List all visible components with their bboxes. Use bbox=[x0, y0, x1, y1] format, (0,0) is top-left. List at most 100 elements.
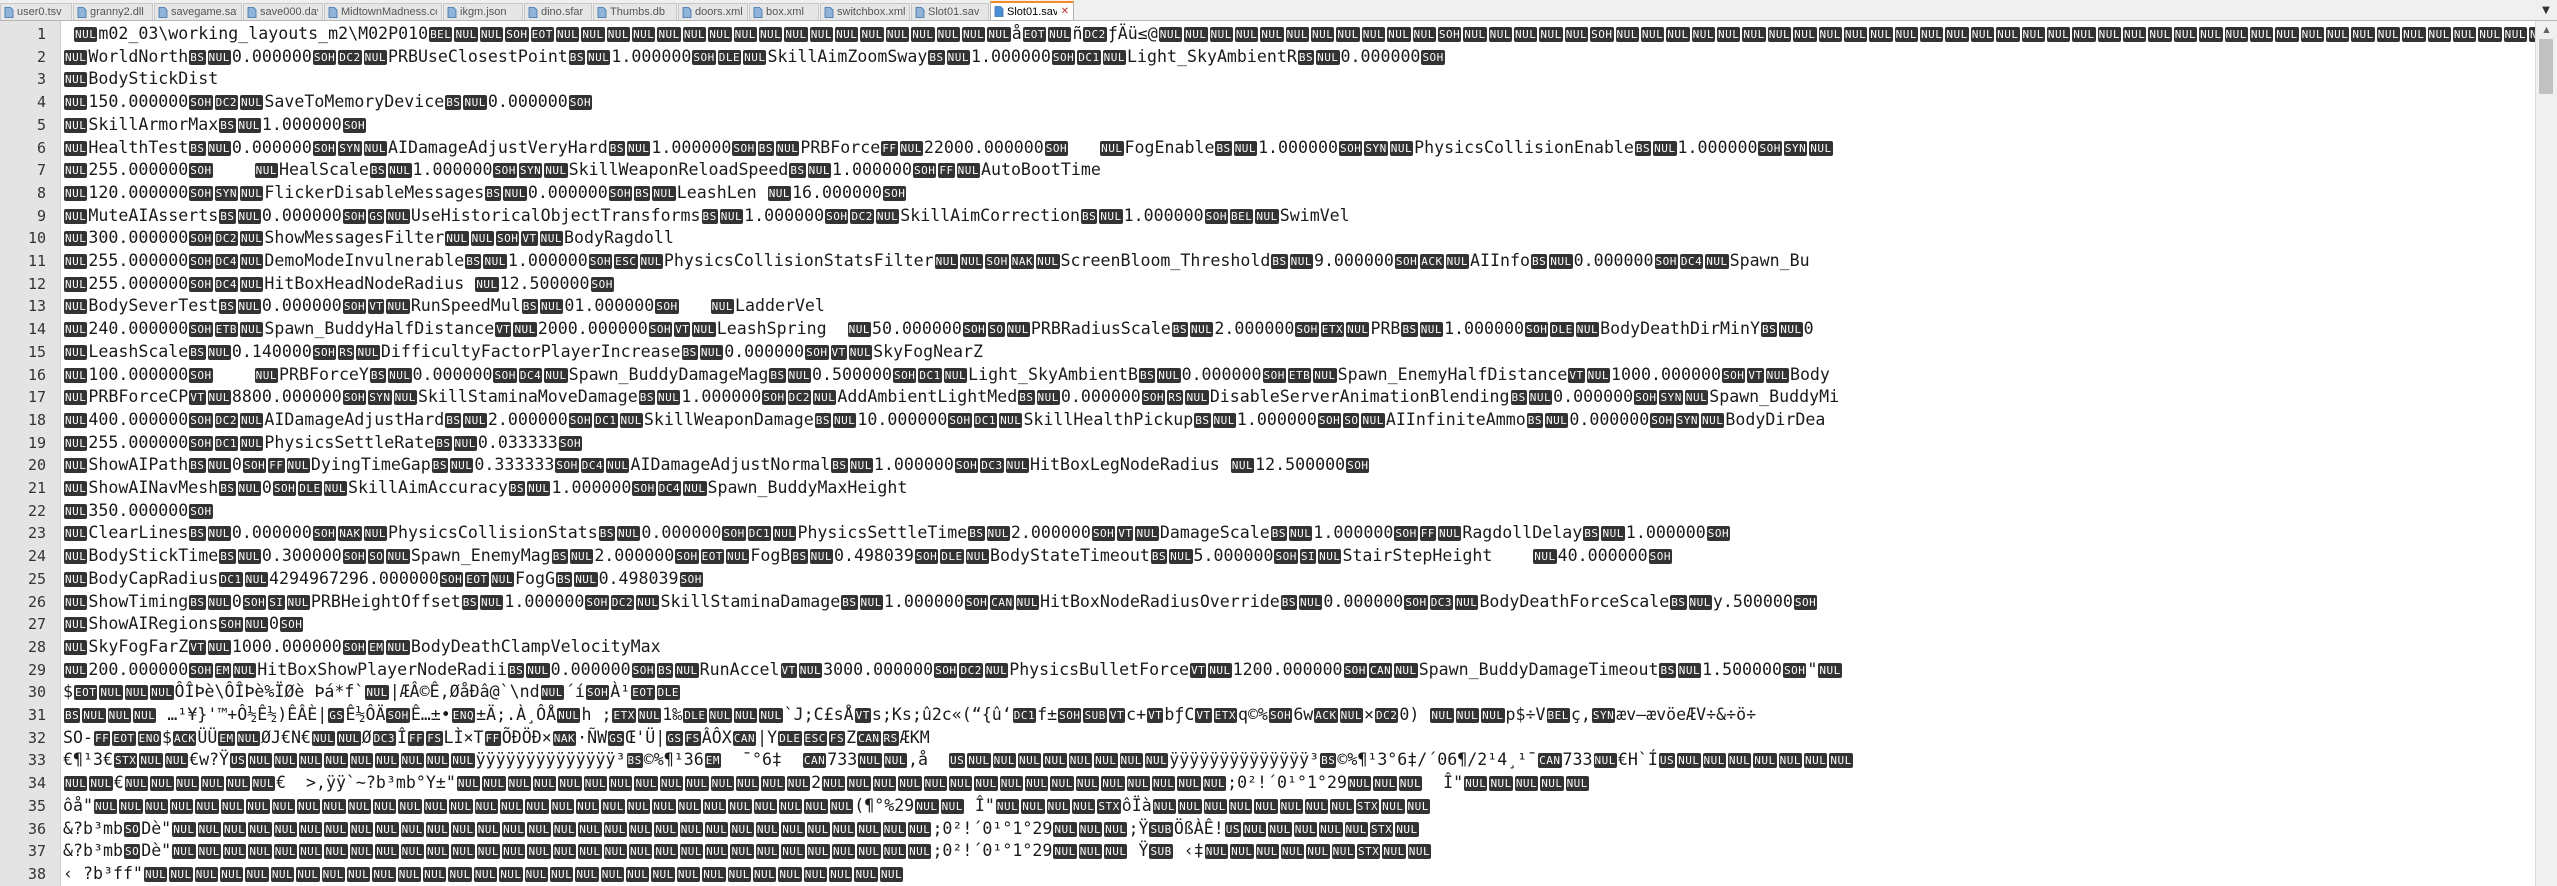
tab-7[interactable]: Thumbs.db bbox=[593, 3, 677, 20]
tab-overflow-button[interactable]: ▼ bbox=[2537, 2, 2555, 18]
control-char-soh: SOH bbox=[1721, 367, 1746, 383]
control-char-nul: NUL bbox=[2173, 27, 2198, 42]
control-char-nul: NUL bbox=[813, 390, 837, 406]
control-char-nul: NUL bbox=[1677, 662, 1702, 678]
text-line[interactable]: €¶¹3€ STX NUL NUL €w?Ÿ US NUL NUL NUL NUL NUL NUL NU… bbox=[63, 749, 1854, 772]
tab-8[interactable]: doors.xml bbox=[678, 3, 748, 20]
text-line[interactable]: NUL SkillArmorMax BS NUL 1.000000 SOH bbox=[63, 114, 367, 137]
control-char-nul: NUL bbox=[64, 776, 88, 792]
vertical-scrollbar[interactable]: ▲ bbox=[2535, 21, 2557, 886]
control-char-nul: NUL bbox=[388, 367, 412, 383]
tab-10[interactable]: switchbox.xml bbox=[820, 3, 910, 20]
text-line[interactable]: NUL ShowAIPath BS NUL 0 SOH FF NUL DyingTimeGap B… bbox=[63, 454, 1370, 477]
text-line[interactable]: &?b³mb SO Dè" NUL NUL NUL NUL NUL NUL NUL NUL NUL NU… bbox=[63, 840, 1432, 863]
text-line[interactable]: NUL 255.000000 SOH DC1 NUL PhysicsSettleRate B… bbox=[63, 432, 583, 455]
text-line[interactable]: NUL ShowTiming BS NUL 0 SOH SI NUL PRBHeightOffs… bbox=[63, 591, 1818, 614]
text-line[interactable]: NUL 200.000000 SOH EM NUL HitBoxShowPlayerNod… bbox=[63, 659, 1843, 682]
control-char-vt: VT bbox=[495, 322, 512, 338]
control-char-nul: NUL bbox=[240, 276, 264, 292]
control-char-soh: SOH bbox=[892, 367, 917, 383]
text-line[interactable]: NUL 255.000000 SOH DC4 NUL HitBoxHeadNodeRadi… bbox=[63, 273, 615, 296]
text-editor[interactable]: NUL m02_03\working_layouts_m2\M02P010 BEL N… bbox=[61, 21, 2535, 886]
tab-6[interactable]: dino.sfar bbox=[524, 3, 592, 20]
text-line[interactable]: NUL m02_03\working_layouts_m2\M02P010 BEL N… bbox=[63, 23, 2535, 46]
control-char-nul: NUL bbox=[699, 344, 724, 360]
text-line[interactable]: NUL 350.000000 SOH bbox=[63, 500, 214, 523]
text-line[interactable]: NUL 255.000000 SOH NUL HealScale BS NUL 1.0000… bbox=[63, 159, 1101, 182]
control-char-nul: NUL bbox=[363, 49, 387, 65]
control-char-nul: NUL bbox=[425, 821, 450, 837]
control-char-soh: SOH bbox=[732, 140, 756, 156]
tab-label: box.xml bbox=[766, 6, 804, 18]
control-char-bs: BS bbox=[431, 458, 449, 474]
control-char-nul: NUL bbox=[139, 753, 163, 769]
tab-9[interactable]: box.xml bbox=[749, 3, 819, 20]
text-line[interactable]: NUL WorldNorth BS NUL 0.000000 SOH DC2 NUL PRBUs… bbox=[63, 46, 1446, 69]
control-char-nul: NUL bbox=[254, 163, 278, 179]
control-char-soh: SOH bbox=[342, 299, 367, 315]
control-char-ff: FF bbox=[881, 140, 898, 156]
text-line[interactable]: NUL 100.000000 SOH NUL PRBForceY BS NUL 0.0000… bbox=[63, 364, 1830, 387]
control-char-us: US bbox=[230, 753, 247, 769]
text-line[interactable]: NUL ClearLines BS NUL 0.000000 SOH NAK NUL Physi… bbox=[63, 522, 1731, 545]
text-line[interactable]: NUL ShowAINavMesh BS NUL 0 SOH DLE NUL SkillAimA… bbox=[63, 477, 907, 500]
control-char-soh: SOH bbox=[1650, 412, 1674, 428]
tab-3[interactable]: save000.dav bbox=[243, 3, 323, 20]
control-char-dc3: DC3 bbox=[1429, 594, 1454, 610]
control-char-dc2: DC2 bbox=[1375, 708, 1399, 723]
control-char-dle: DLE bbox=[717, 49, 742, 65]
control-char-nul: NUL bbox=[527, 481, 551, 496]
control-char-soh: SOH bbox=[1091, 526, 1116, 542]
text-line[interactable]: NUL PRBForceCP VT NUL 8800.000000 SOH SYN NUL Sk… bbox=[63, 386, 1839, 409]
control-char-soh: SOH bbox=[272, 481, 297, 496]
control-char-em: EM bbox=[704, 753, 721, 769]
control-char-nul: NUL bbox=[831, 821, 856, 837]
tab-2[interactable]: savegame.sav bbox=[154, 3, 242, 20]
text-line[interactable]: NUL ShowAIRegions SOH NUL 0 SOH bbox=[63, 613, 304, 636]
text-line[interactable]: NUL 300.000000 SOH DC2 NUL ShowMessagesFilter… bbox=[63, 227, 674, 250]
tab-label: user0.tsv bbox=[17, 6, 62, 18]
tab-12[interactable]: Slot01.sav ✕ bbox=[990, 1, 1074, 20]
text-line[interactable]: NUL LeashScale BS NUL 0.140000 SOH RS NUL Diffic… bbox=[63, 341, 983, 364]
text-line[interactable]: NUL SkyFogFarZ VT NUL 1000.000000 SOH EM NUL Bod… bbox=[63, 636, 661, 659]
control-char-bs: BS bbox=[831, 458, 848, 474]
close-tab-icon[interactable]: ✕ bbox=[1061, 6, 1069, 17]
control-char-nul: NUL bbox=[829, 866, 853, 882]
text-line[interactable]: NUL BodyCapRadius DC1 NUL 4294967296.000000 S… bbox=[63, 568, 704, 591]
text-line[interactable]: NUL BodySeverTest BS NUL 0.000000 SOH VT NUL Run… bbox=[63, 295, 825, 318]
text-line[interactable]: NUL BodyStickDist bbox=[63, 68, 218, 91]
text-line[interactable]: NUL MuteAIAsserts BS NUL 0.000000 SOH GS NUL Use… bbox=[63, 205, 1350, 228]
control-char-nul: NUL bbox=[324, 753, 348, 769]
control-char-bs: BS bbox=[445, 95, 462, 111]
scroll-up-arrow-icon[interactable]: ▲ bbox=[2536, 21, 2557, 38]
control-char-nul: NUL bbox=[1178, 798, 1202, 814]
tab-5[interactable]: ikgm.json bbox=[443, 3, 523, 20]
control-char-nul: NUL bbox=[1158, 27, 1183, 42]
text-line[interactable]: $ EOT NUL NUL NUL ÔÎÞè\ÔÎÞè%ÏØè Þá*f` NUL |ÆÂ©Ê… bbox=[63, 681, 681, 704]
tab-0[interactable]: user0.tsv bbox=[0, 3, 72, 20]
tab-11[interactable]: Slot01.sav bbox=[911, 3, 989, 20]
text-line[interactable]: NUL 240.000000 SOH ETB NUL Spawn_BuddyHalfDis… bbox=[63, 318, 1814, 341]
scrollbar-thumb[interactable] bbox=[2539, 39, 2553, 94]
text-line[interactable]: BS NUL NUL NUL …¹¥}'™+Ô½Ê½)ÊÂÈ| GS Ê½ÔÄ SOH Ê…±… bbox=[63, 704, 1756, 727]
control-char-bs: BS bbox=[634, 185, 651, 201]
text-line[interactable]: NUL 150.000000 SOH DC2 NUL SaveToMemoryDevice… bbox=[63, 91, 593, 114]
tab-1[interactable]: granny2.dll bbox=[73, 3, 153, 20]
control-char-soh: SOH bbox=[762, 390, 786, 406]
control-char-nul: NUL bbox=[349, 753, 374, 769]
text-line[interactable]: ‹ ?b³ff" NUL NUL NUL NUL NUL NUL NUL NUL NUL NUL NU… bbox=[63, 863, 904, 886]
control-char-syn: SYN bbox=[518, 163, 543, 179]
text-line[interactable]: NUL 120.000000 SOH SYN NUL FlickerDisableMess… bbox=[63, 182, 907, 205]
text-line[interactable]: ôå" NUL NUL NUL NUL NUL NUL NUL NUL NUL NUL NUL NUL N… bbox=[63, 795, 1431, 818]
control-char-soh: SOH bbox=[280, 617, 304, 633]
text-line[interactable]: &?b³mb SO Dè" NUL NUL NUL NUL NUL NUL NUL NUL NUL NU… bbox=[63, 818, 1420, 841]
control-char-bs: BS bbox=[968, 526, 985, 542]
control-char-eot: EOT bbox=[530, 27, 554, 42]
text-line[interactable]: NUL 400.000000 SOH DC2 NUL AIDamageAdjustHard… bbox=[63, 409, 1825, 432]
text-line[interactable]: NUL BodyStickTime BS NUL 0.300000 SOH SO NUL Spa… bbox=[63, 545, 1673, 568]
text-line[interactable]: SO- FF EOT ENO $ ACK ÜÜ EM NUL ØJ€N€ NUL NUL Ø DC3 Î FF… bbox=[63, 727, 930, 750]
tab-4[interactable]: MidtownMadness.cod bbox=[324, 3, 442, 20]
text-line[interactable]: NUL NUL € NUL NUL NUL NUL NUL NUL € >,ÿÿ`~?b³mb°Y… bbox=[63, 772, 1590, 795]
text-line[interactable]: NUL HealthTest BS NUL 0.000000 SOH SYN NUL AIDam… bbox=[63, 137, 1834, 160]
text-line[interactable]: NUL 255.000000 SOH DC4 NUL DemoModeInvulnerab… bbox=[63, 250, 1810, 273]
